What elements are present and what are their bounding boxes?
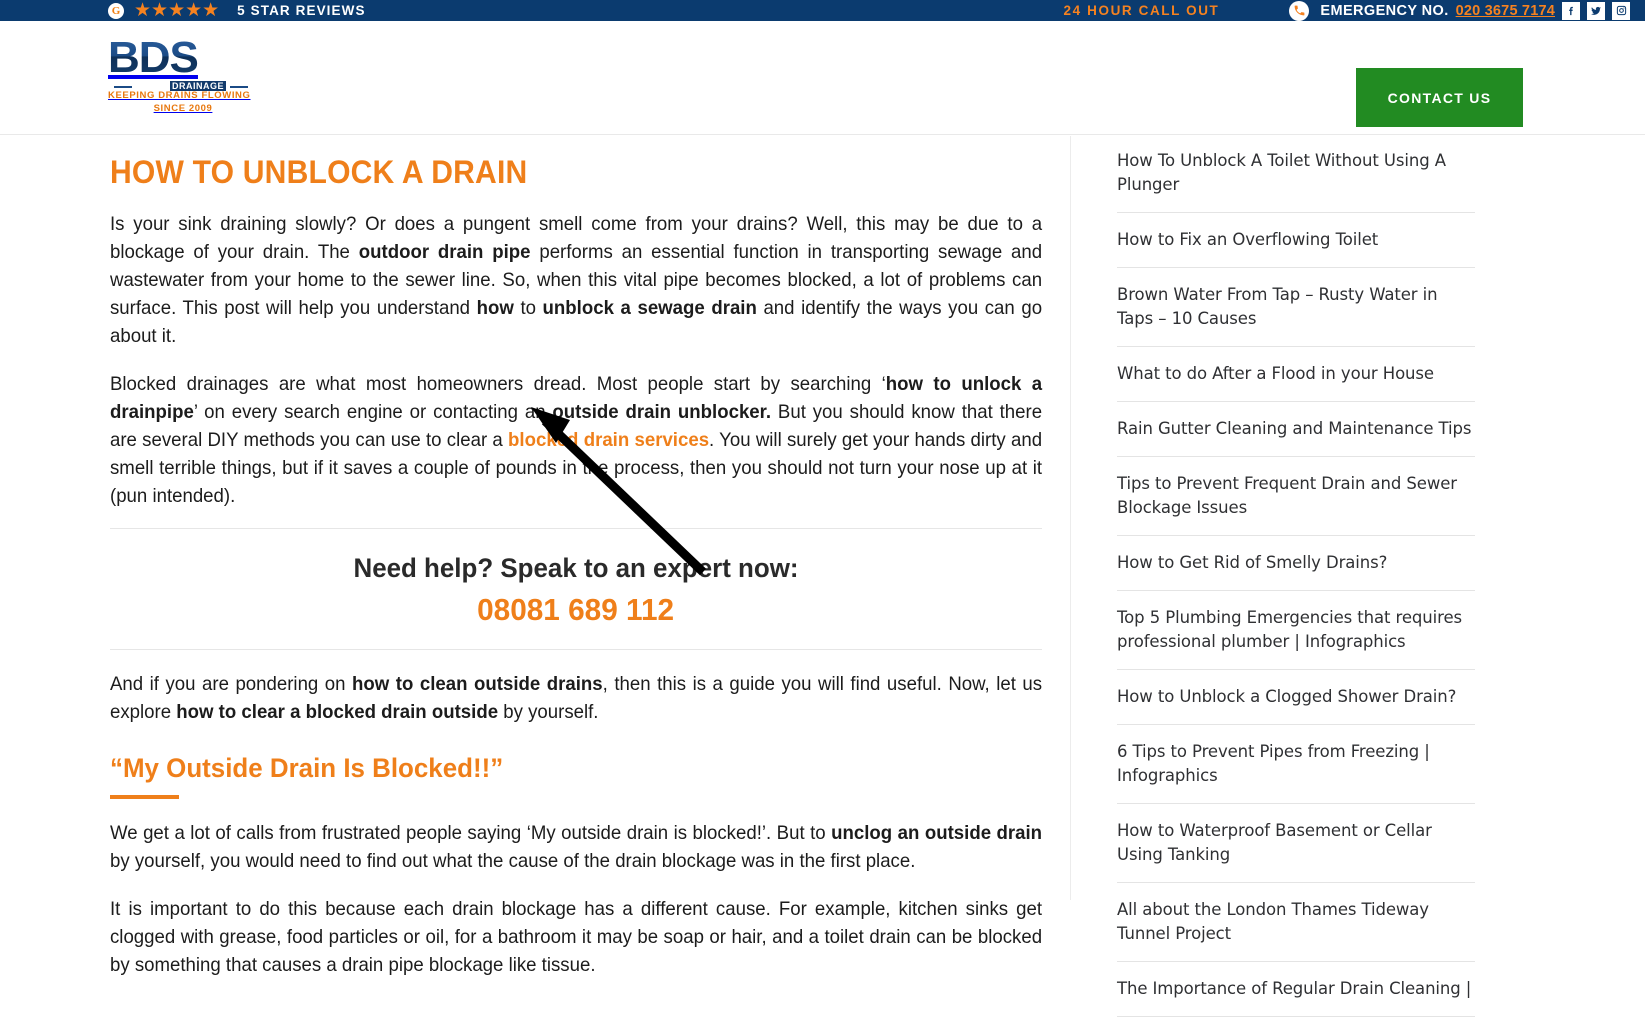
reviews-group: G ★★★★★ 5 STAR REVIEWS (108, 1, 366, 20)
sidebar-item-12[interactable]: The Importance of Regular Drain Cleaning… (1117, 962, 1475, 1017)
p1-bold-1: outdoor drain pipe (358, 241, 531, 263)
sidebar-item-3[interactable]: What to do After a Flood in your House (1117, 347, 1475, 402)
paragraph-1: Is your sink draining slowly? Or does a … (110, 210, 1042, 350)
blocked-drain-services-link[interactable]: blocked drain services (508, 429, 709, 451)
p1-bold-3: unblock a sewage drain (542, 297, 757, 319)
paragraph-5: It is important to do this because each … (110, 898, 1043, 976)
sidebar-item-2[interactable]: Brown Water From Tap – Rusty Water in Ta… (1117, 268, 1475, 347)
sidebar-item-1[interactable]: How to Fix an Overflowing Toilet (1117, 213, 1475, 268)
site-logo[interactable]: BDS DRAINAGE KEEPING DRAINS FLOWING SINC… (108, 35, 308, 115)
logo-tagline-2: SINCE 2009 (153, 103, 213, 114)
p2-part-a: Blocked drainages are what most homeowne… (110, 373, 886, 395)
content-divider (1070, 136, 1071, 900)
logo-rule-left (114, 86, 132, 88)
logo-wordmark: BDS (108, 35, 218, 81)
p4-part-c: by yourself, you would need to find out … (110, 850, 916, 872)
paragraph-2: Blocked drainages are what most homeowne… (110, 370, 1042, 510)
call-out-label: 24 HOUR CALL OUT (1063, 3, 1220, 18)
sidebar-item-11[interactable]: All about the London Thames Tideway Tunn… (1117, 883, 1475, 962)
paragraph-3: And if you are pondering on how to clean… (110, 670, 1042, 726)
p3-bold-2: how to clear a blocked drain outside (176, 701, 499, 723)
star-rating-icon: ★★★★★ (134, 0, 220, 21)
sidebar-item-8[interactable]: How to Unblock a Clogged Shower Drain? (1117, 670, 1475, 725)
phone-icon (1289, 0, 1310, 21)
p3-part-d: by yourself. (498, 701, 599, 723)
logo-rule-right (230, 86, 248, 88)
facebook-icon[interactable] (1562, 1, 1580, 20)
paragraph-4: We get a lot of calls from frustrated pe… (110, 819, 1042, 875)
emergency-label: EMERGENCY NO. (1320, 2, 1449, 19)
p4-bold-1: unclog an outside drain (831, 822, 1043, 844)
page-title: HOW TO UNBLOCK A DRAIN (110, 154, 528, 190)
section-heading-underline (110, 795, 179, 799)
article-content: HOW TO UNBLOCK A DRAIN Is your sink drai… (110, 136, 1042, 979)
emergency-group: 24 HOUR CALL OUT EMERGENCY NO. 020 3675 … (1064, 0, 1645, 21)
logo-subtext: DRAINAGE (170, 81, 227, 91)
page-body: HOW TO UNBLOCK A DRAIN Is your sink drai… (0, 136, 1645, 1017)
sidebar-item-7[interactable]: Top 5 Plumbing Emergencies that requires… (1117, 591, 1475, 670)
cta-phone-link[interactable]: 08081 689 112 (478, 591, 675, 629)
p4-part-a: We get a lot of calls from frustrated pe… (110, 822, 832, 844)
section-heading: “My Outside Drain Is Blocked!!” (110, 753, 504, 783)
p3-part-a: And if you are pondering on (110, 673, 353, 695)
sidebar-item-5[interactable]: Tips to Prevent Frequent Drain and Sewer… (1117, 457, 1475, 536)
reviews-label: 5 STAR REVIEWS (237, 3, 366, 18)
sidebar-item-9[interactable]: 6 Tips to Prevent Pipes from Freezing | … (1117, 725, 1475, 804)
p2-part-c: ’ on every search engine or contacting a… (193, 401, 553, 423)
sidebar-item-6[interactable]: How to Get Rid of Smelly Drains? (1117, 536, 1475, 591)
cta-heading: Need help? Speak to an expert now: (353, 553, 799, 583)
instagram-icon[interactable] (1612, 1, 1630, 20)
p1-bold-2: how (476, 297, 514, 319)
p2-bold-2: outside drain unblocker. (552, 401, 772, 423)
sidebar-item-10[interactable]: How to Waterproof Basement or Cellar Usi… (1117, 804, 1475, 883)
site-header: BDS DRAINAGE KEEPING DRAINS FLOWING SINC… (0, 21, 1645, 135)
top-utility-bar: G ★★★★★ 5 STAR REVIEWS 24 HOUR CALL OUT … (0, 0, 1645, 21)
cta-panel: Need help? Speak to an expert now: 08081… (110, 528, 1042, 650)
related-posts-sidebar: How To Unblock A Toilet Without Using A … (1117, 136, 1475, 1017)
twitter-icon[interactable] (1587, 1, 1605, 20)
p3-bold-1: how to clean outside drains (352, 673, 603, 695)
contact-us-button[interactable]: CONTACT US (1356, 68, 1523, 127)
google-icon: G (108, 2, 124, 19)
p1-part-d: to (513, 297, 543, 319)
emergency-phone-link[interactable]: 020 3675 7174 (1456, 3, 1555, 19)
sidebar-item-4[interactable]: Rain Gutter Cleaning and Maintenance Tip… (1117, 402, 1475, 457)
sidebar-item-0[interactable]: How To Unblock A Toilet Without Using A … (1117, 136, 1475, 213)
